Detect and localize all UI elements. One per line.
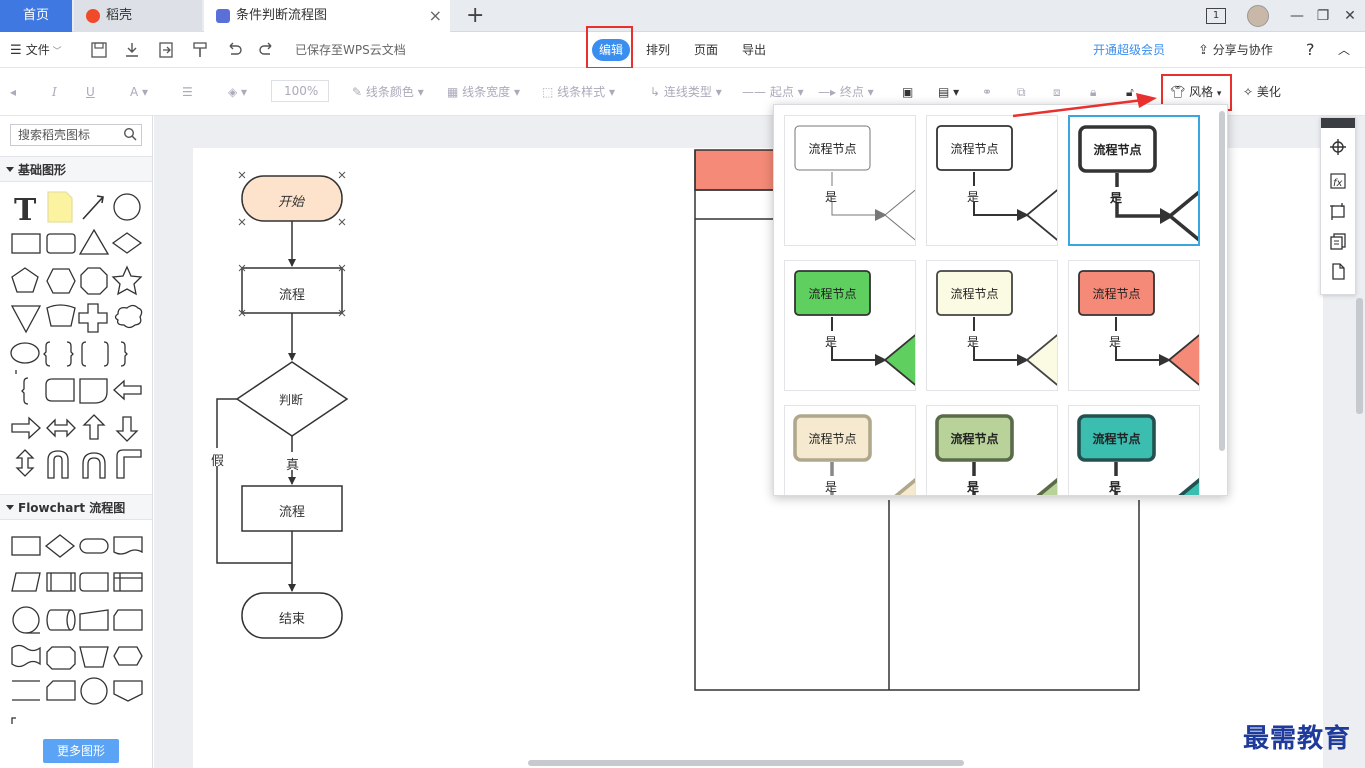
style-option-7[interactable]: 流程节点是 xyxy=(784,405,916,495)
style-node-label: 流程节点 xyxy=(808,287,857,301)
style-yes-label: 是 xyxy=(1109,335,1122,349)
style-node-label: 流程节点 xyxy=(1092,287,1141,301)
right-tool-panel: fx xyxy=(1320,117,1356,295)
style-option-3[interactable]: 流程节点是 xyxy=(1068,115,1200,246)
style-yes-label: 是 xyxy=(967,190,980,204)
style-preview xyxy=(1078,125,1198,242)
pages-icon[interactable] xyxy=(1329,232,1347,250)
style-preview xyxy=(793,414,915,495)
style-yes-label: 是 xyxy=(967,335,980,349)
style-preview xyxy=(936,270,1057,386)
popup-scrollbar[interactable] xyxy=(1219,111,1225,451)
style-option-4[interactable]: 流程节点是 xyxy=(784,260,916,391)
style-yes-label: 是 xyxy=(1110,191,1123,205)
watermark-text: 最需教育 xyxy=(1243,724,1352,754)
style-preview xyxy=(794,270,915,386)
blank-page-icon[interactable] xyxy=(1329,262,1347,280)
style-preview xyxy=(935,414,1057,495)
style-node-label: 流程节点 xyxy=(1092,432,1141,446)
crop-page-icon[interactable] xyxy=(1329,202,1347,220)
style-node-label: 流程节点 xyxy=(808,142,857,156)
style-yes-label: 是 xyxy=(825,190,838,204)
style-option-6[interactable]: 流程节点是 xyxy=(1068,260,1200,391)
style-node-label: 流程节点 xyxy=(808,432,857,446)
style-option-5[interactable]: 流程节点是 xyxy=(926,260,1058,391)
process-node-1-label: 流程 xyxy=(279,288,306,303)
style-yes-label: 是 xyxy=(825,480,838,494)
red-arrow-annotation xyxy=(1012,93,1157,118)
style-preview xyxy=(1077,414,1199,495)
style-option-1[interactable]: 流程节点是 xyxy=(784,115,916,246)
style-picker-popup: 流程节点是流程节点是流程节点是流程节点是流程节点是流程节点是流程节点是流程节点是… xyxy=(773,104,1228,496)
style-yes-label: 是 xyxy=(967,480,980,494)
style-node-label: 流程节点 xyxy=(1093,143,1142,157)
horizontal-scrollbar[interactable] xyxy=(528,760,964,766)
style-option-9[interactable]: 流程节点是 xyxy=(1068,405,1200,495)
style-node-label: 流程节点 xyxy=(950,432,999,446)
style-node-label: 流程节点 xyxy=(950,142,999,156)
false-branch-label: 假 xyxy=(211,454,225,469)
style-option-2[interactable]: 流程节点是 xyxy=(926,115,1058,246)
panel-grip[interactable] xyxy=(1321,118,1355,128)
process-node-2-label: 流程 xyxy=(279,505,306,520)
start-node-label: 开始 xyxy=(278,195,305,210)
style-node-label: 流程节点 xyxy=(950,287,999,301)
formula-icon[interactable]: fx xyxy=(1329,172,1347,190)
svg-text:fx: fx xyxy=(1333,178,1343,189)
end-node-label: 结束 xyxy=(279,612,306,627)
style-preview xyxy=(1078,270,1199,386)
true-branch-label: 真 xyxy=(286,458,300,473)
vertical-scrollbar[interactable] xyxy=(1356,298,1363,414)
decision-node-label: 判断 xyxy=(279,393,304,407)
style-yes-label: 是 xyxy=(825,335,838,349)
style-preview xyxy=(936,125,1057,241)
style-option-8[interactable]: 流程节点是 xyxy=(926,405,1058,495)
style-preview xyxy=(794,125,915,241)
style-yes-label: 是 xyxy=(1109,480,1122,494)
navigator-icon[interactable] xyxy=(1329,138,1347,156)
